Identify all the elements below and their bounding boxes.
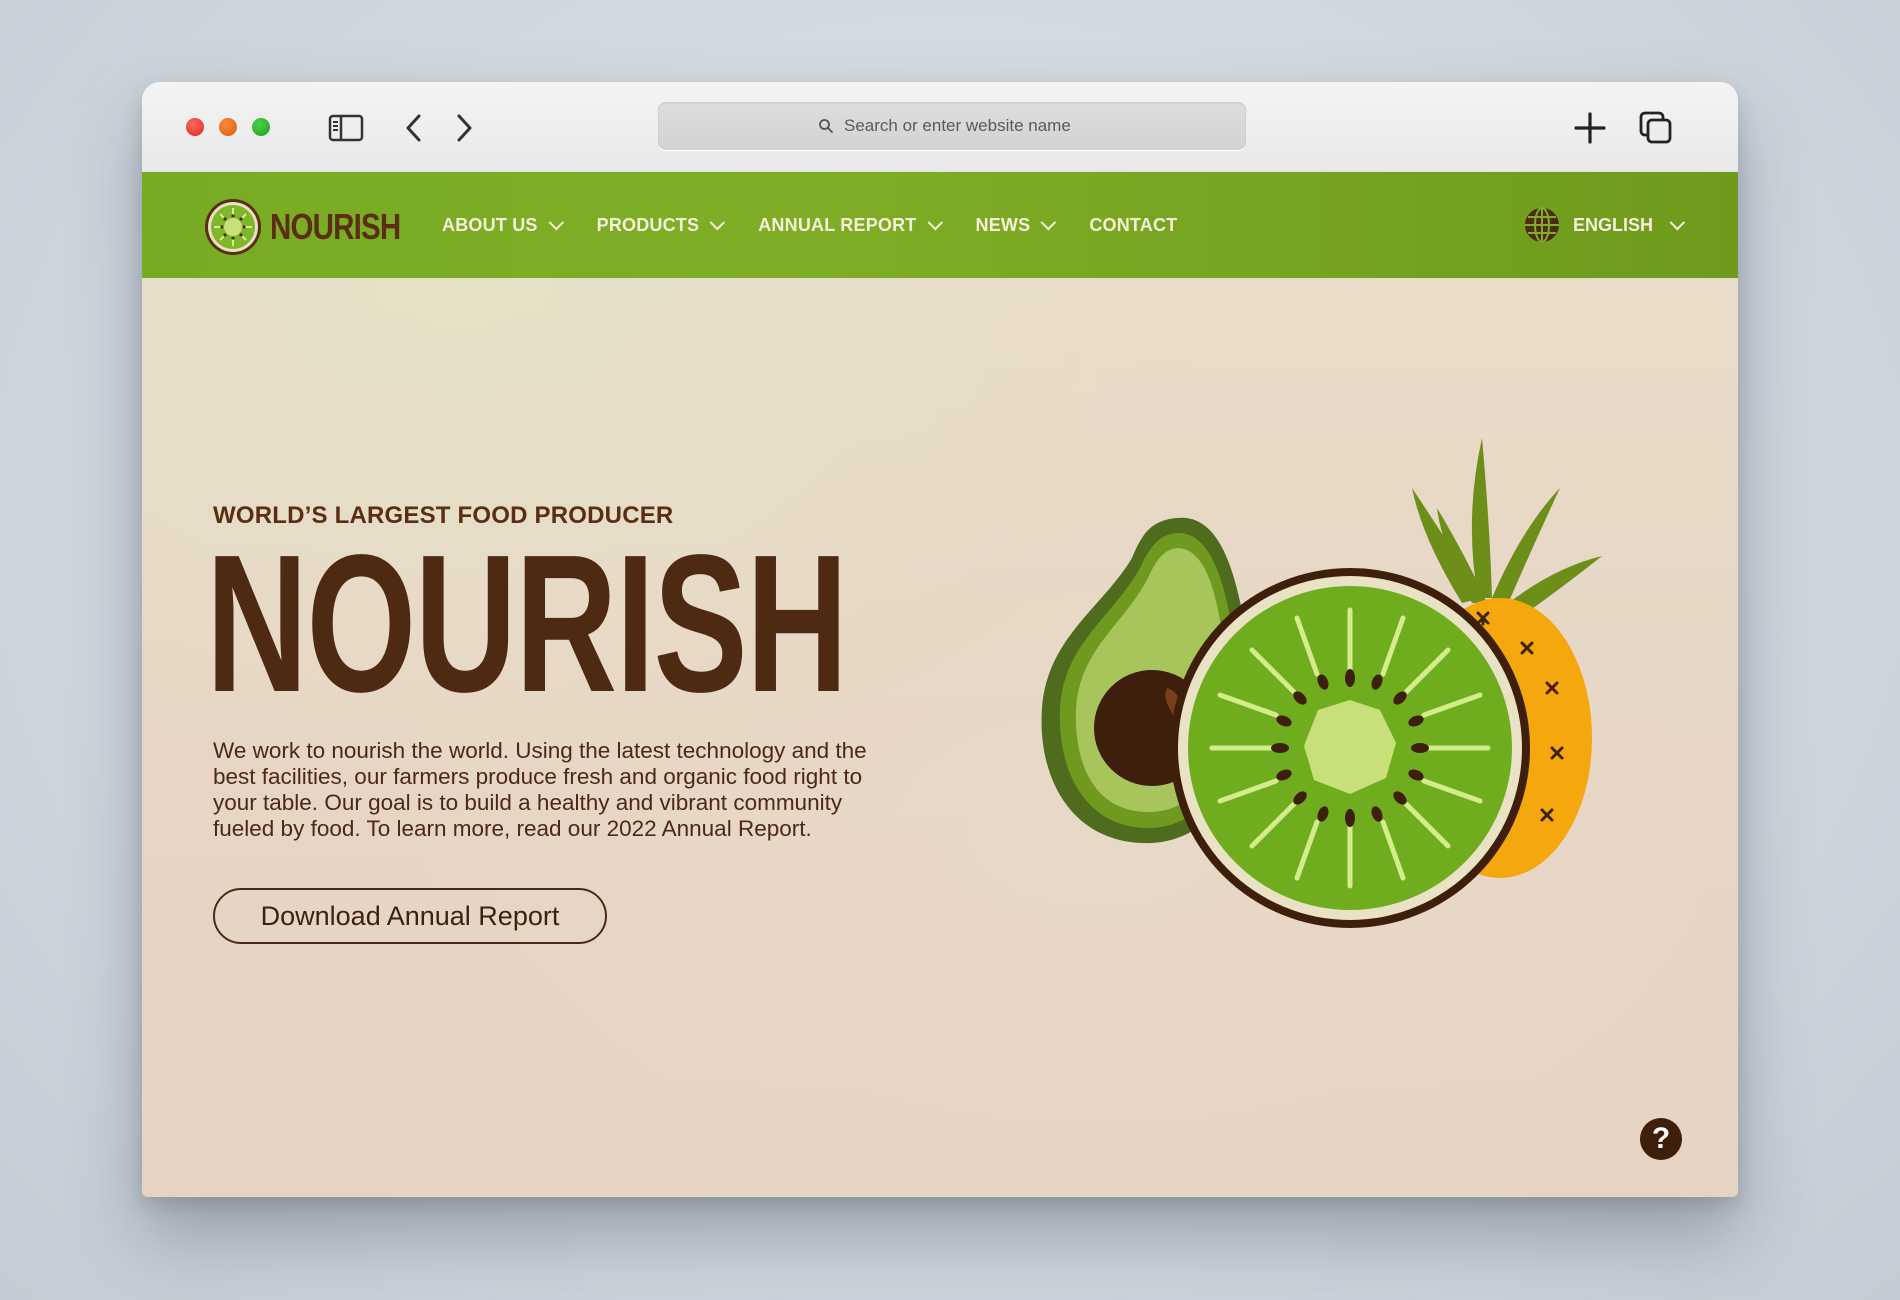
forward-button[interactable] [444,110,484,146]
tab-overview-button[interactable] [1636,110,1676,146]
hero-section: WORLD’S LARGEST FOOD PRODUCER NOURISH We… [142,278,1738,1197]
language-label: ENGLISH [1572,214,1653,235]
help-icon: ? [1651,1122,1671,1155]
minimize-window-button[interactable] [219,118,237,136]
menu-item-label: NEWS [975,214,1031,235]
menu-item-label: PRODUCTS [596,214,700,235]
hero-description: We work to nourish the world. Using the … [213,738,867,841]
globe-icon [1524,207,1559,243]
search-icon [819,119,833,133]
back-button[interactable] [394,110,434,146]
kiwi-logo-icon [205,199,261,255]
sidebar-toggle-button[interactable] [326,110,366,146]
main-menu: ABOUT US PRODUCTS ANNUAL REPORT NEWS CON… [442,172,1215,278]
logo-wordmark: NOURISH [270,206,401,247]
menu-item-label: ANNUAL REPORT [758,214,917,235]
fruit-illustration [1041,438,1602,928]
menu-item-products[interactable]: PRODUCTS [596,214,726,236]
address-bar[interactable] [658,102,1246,150]
chevron-down-icon [709,214,726,230]
chevron-down-icon [1669,214,1686,230]
new-tab-icon [1574,112,1606,144]
menu-item-contact[interactable]: CONTACT [1089,215,1177,236]
menu-item-label: CONTACT [1089,214,1178,235]
menu-item-annual-report[interactable]: ANNUAL REPORT [758,214,943,236]
menu-item-news[interactable]: NEWS [975,214,1057,236]
address-input[interactable] [842,115,1086,137]
language-selector[interactable]: ENGLISH [1523,172,1686,278]
menu-item-label: ABOUT US [442,214,538,235]
help-button[interactable]: ? [1640,1118,1682,1160]
kiwi-slice [1170,568,1530,928]
tabs-overview-icon [1639,111,1672,144]
new-tab-button[interactable] [1570,110,1610,146]
chevron-down-icon [927,214,943,230]
chevron-down-icon [548,214,564,230]
sidebar-icon [328,114,364,142]
forward-icon [457,114,472,142]
chevron-down-icon [1040,214,1057,230]
download-annual-report-button[interactable]: Download Annual Report [213,888,607,944]
menu-item-about-us[interactable]: ABOUT US [442,214,564,236]
site-logo[interactable]: NOURISH [204,198,429,256]
back-icon [406,114,421,142]
site-header: NOURISH ABOUT US PRODUCTS ANNUAL REPORT … [142,172,1738,278]
browser-toolbar [142,82,1738,173]
close-window-button[interactable] [186,118,204,136]
zoom-window-button[interactable] [252,118,270,136]
hero-title: NOURISH [206,514,848,733]
browser-window: NOURISH ABOUT US PRODUCTS ANNUAL REPORT … [142,82,1738,1197]
